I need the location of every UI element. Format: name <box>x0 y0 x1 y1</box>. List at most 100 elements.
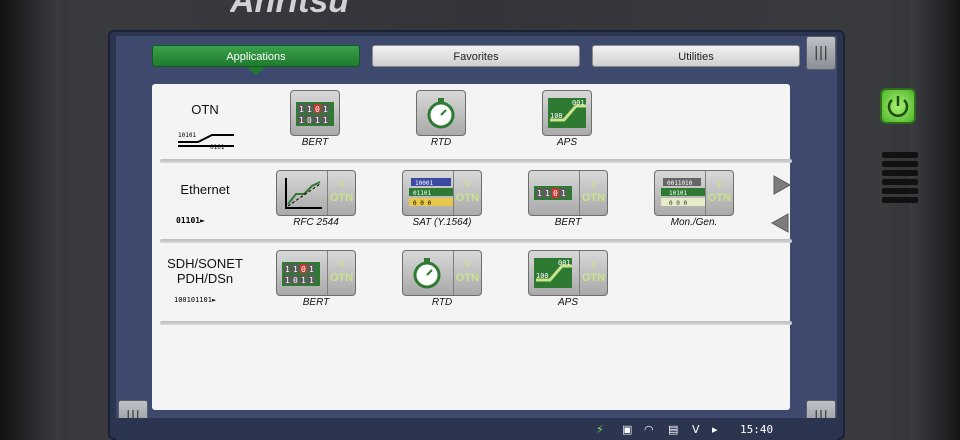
bert-icon: 1 1 0 1 1 0 1 1 <box>296 102 334 126</box>
tab-applications[interactable]: Applications <box>152 45 360 67</box>
app-label: BERT <box>302 297 330 308</box>
otn-badge: + OTN <box>327 171 355 215</box>
menu-button-top-right[interactable]: ||| <box>806 36 836 70</box>
active-tab-pointer <box>247 67 265 75</box>
svg-text:0 0 0: 0 0 0 <box>669 200 687 207</box>
otn-badge: + OTN <box>327 251 355 295</box>
otn-category-icon: 10101 0101 <box>178 132 234 150</box>
ethernet-category-icon: 01101► <box>176 216 205 225</box>
otn-plus: + <box>590 259 597 271</box>
svg-text:1: 1 <box>315 116 320 125</box>
svg-text:1: 1 <box>561 189 566 198</box>
category-label-otn: OTN <box>191 102 219 117</box>
svg-text:1: 1 <box>285 276 290 285</box>
sat-icon: 10001 01101 0 0 0 <box>409 178 453 207</box>
brand-logo: Anritsu <box>230 0 349 16</box>
svg-text:0: 0 <box>307 116 312 125</box>
v-icon[interactable]: V <box>692 423 700 436</box>
svg-text:10001: 10001 <box>415 180 433 187</box>
app-label: Mon./Gen. <box>670 217 718 228</box>
save-icon[interactable]: ▤ <box>668 423 678 436</box>
app-button[interactable]: + OTN <box>402 250 482 296</box>
svg-text:0011010: 0011010 <box>667 180 693 187</box>
screen-icon[interactable]: ▣ <box>622 423 632 436</box>
app-button[interactable]: 001 100 + OTN <box>528 250 608 296</box>
svg-text:0101: 0101 <box>210 144 225 150</box>
app-button[interactable]: 1 1 0 1 1 0 1 1 <box>290 90 340 136</box>
svg-text:1: 1 <box>307 105 312 114</box>
otn-badge: + OTN <box>705 171 733 215</box>
speaker-vent <box>882 152 918 214</box>
svg-text:1: 1 <box>299 105 304 114</box>
svg-text:1: 1 <box>293 265 298 274</box>
otn-text: OTN <box>707 192 732 204</box>
app-button[interactable]: 0011010 10101 0 0 0 + OTN <box>654 170 734 216</box>
svg-text:1: 1 <box>323 105 328 114</box>
bert-icon: 1 1 0 1 1 0 1 1 <box>282 262 320 286</box>
app-button[interactable]: 001 100 <box>542 90 592 136</box>
wifi-icon[interactable]: ◠ <box>644 423 654 436</box>
clock: 15:40 <box>740 423 774 436</box>
app-button[interactable]: 10001 01101 0 0 0 + OTN <box>402 170 482 216</box>
applications-panel: OTN 10101 0101 1 1 0 1 1 0 1 1 BERT RTD … <box>152 84 792 410</box>
otn-badge: + OTN <box>453 251 481 295</box>
app-label: SAT (Y.1564) <box>412 217 472 228</box>
svg-text:0: 0 <box>315 105 320 114</box>
vent-slot <box>882 152 918 158</box>
tab-favorites[interactable]: Favorites <box>372 45 580 67</box>
svg-text:1: 1 <box>285 265 290 274</box>
svg-text:100: 100 <box>536 272 549 280</box>
otn-text: OTN <box>581 192 606 204</box>
vent-slot <box>882 170 918 176</box>
otn-text: OTN <box>455 272 480 284</box>
app-label: RTD <box>431 297 453 308</box>
tab-utilities[interactable]: Utilities <box>592 45 800 67</box>
monitor-generator-icon: 0011010 10101 0 0 0 <box>661 178 705 207</box>
row-divider <box>160 159 792 163</box>
svg-text:001: 001 <box>572 99 585 107</box>
category-line-2: PDH/DSn <box>176 271 234 286</box>
ethernet-bits: 01101 <box>176 216 201 225</box>
svg-text:1: 1 <box>537 189 542 198</box>
otn-plus: + <box>338 259 345 271</box>
arrow-right-icon: ► <box>200 216 205 225</box>
otn-plus: + <box>464 259 471 271</box>
otn-text: OTN <box>455 192 480 204</box>
previous-page-arrow-icon[interactable] <box>770 212 790 234</box>
screen: Applications Favorites Utilities ||| |||… <box>116 36 837 440</box>
aps-icon: 001 100 <box>534 258 572 288</box>
app-label: APS <box>556 137 577 148</box>
svg-text:1: 1 <box>309 276 314 285</box>
otn-badge: + OTN <box>453 171 481 215</box>
app-label: RFC 2544 <box>293 217 339 228</box>
svg-text:1: 1 <box>299 116 304 125</box>
svg-text:10101: 10101 <box>178 132 196 139</box>
device-right-edge <box>910 0 960 440</box>
otn-plus: + <box>464 179 471 191</box>
next-page-arrow-icon[interactable] <box>772 174 792 196</box>
terminal-icon[interactable]: ▸ <box>712 423 718 436</box>
otn-text: OTN <box>581 272 606 284</box>
vent-slot <box>882 179 918 185</box>
power-button[interactable] <box>880 88 916 124</box>
svg-text:0: 0 <box>301 265 306 274</box>
app-button[interactable] <box>416 90 466 136</box>
otn-badge: + OTN <box>579 251 607 295</box>
throughput-chart-icon <box>285 178 322 209</box>
power-icon <box>887 96 909 117</box>
app-button[interactable]: 1 1 0 1 1 0 1 1 + OTN <box>276 250 356 296</box>
otn-badge: + OTN <box>579 171 607 215</box>
app-button[interactable]: 1 1 0 1 + OTN <box>528 170 608 216</box>
arrow-right-icon: ► <box>211 296 217 304</box>
plug-icon: ⚡ <box>596 423 604 436</box>
otn-plus: + <box>590 179 597 191</box>
otn-plus: + <box>338 179 345 191</box>
app-label: BERT <box>554 217 582 228</box>
svg-text:1: 1 <box>309 265 314 274</box>
otn-text: OTN <box>329 192 354 204</box>
category-label-sdh-sonet: SDH/SONET PDH/DSn <box>160 256 250 286</box>
aps-icon: 001 100 <box>548 98 586 128</box>
app-button[interactable]: + OTN <box>276 170 356 216</box>
category-line-1: SDH/SONET <box>167 256 243 271</box>
stopwatch-icon <box>413 258 441 289</box>
